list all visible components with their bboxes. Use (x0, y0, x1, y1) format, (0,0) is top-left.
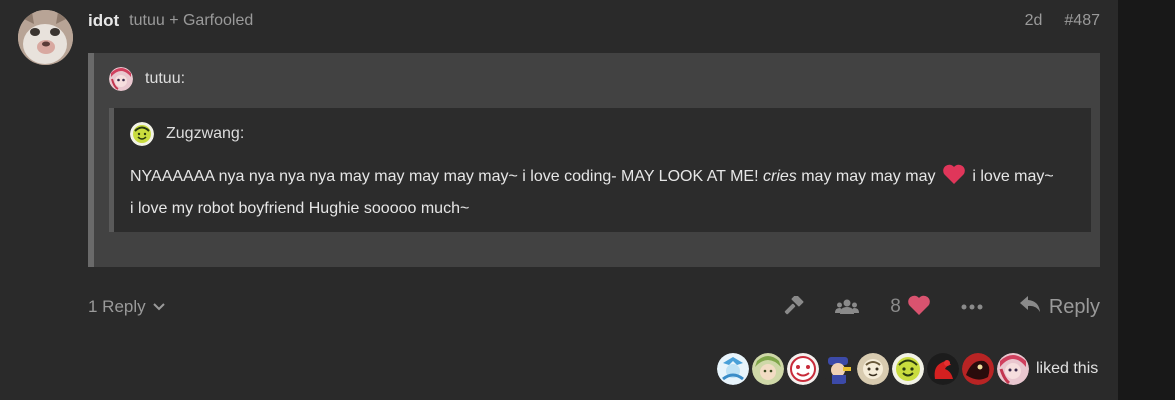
inner-quote: Zugzwang: NYAAAAAA nya nya nya nya may m… (109, 108, 1091, 232)
liked-this-text[interactable]: liked this (1036, 360, 1098, 378)
show-replies-button[interactable]: 1 Reply (88, 297, 166, 317)
users-icon[interactable] (834, 298, 860, 316)
liker-avatar-beige-icon[interactable] (857, 353, 889, 385)
replies-label: 1 Reply (88, 297, 146, 316)
gavel-icon[interactable] (782, 296, 806, 318)
like-count: 8 (890, 296, 901, 317)
heart-icon (907, 294, 931, 321)
quote-text-emphasis: cries (763, 168, 797, 185)
post-number[interactable]: #487 (1064, 12, 1100, 30)
red-heart-icon (942, 163, 966, 195)
inner-quote-header: Zugzwang: (130, 122, 244, 146)
chevron-down-icon (152, 297, 166, 317)
like-button[interactable]: 8 (890, 294, 931, 321)
action-buttons: 8 Reply (782, 294, 1100, 321)
post-container: idot tutuu + Garfooled 2d #487 tutuu: Zu… (0, 0, 1118, 400)
user-avatar[interactable] (18, 10, 73, 65)
liker-avatar-green-smiley-icon[interactable] (892, 353, 924, 385)
username[interactable]: idot (88, 11, 119, 31)
liker-avatar-red-creature-icon[interactable] (962, 353, 994, 385)
inner-quote-author[interactable]: Zugzwang: (166, 125, 244, 143)
liker-avatar-green-hair-icon[interactable] (752, 353, 784, 385)
liker-avatar-anime-girl-icon[interactable] (997, 353, 1029, 385)
green-smiley-avatar-icon[interactable] (130, 122, 154, 146)
post-date[interactable]: 2d (1025, 12, 1043, 30)
reply-arrow-icon (1019, 295, 1041, 319)
quote-text: NYAAAAAA nya nya nya nya may may may may… (130, 163, 1060, 223)
right-gutter (1118, 0, 1175, 400)
liker-avatar-blue-icon[interactable] (717, 353, 749, 385)
reply-to-users[interactable]: tutuu + Garfooled (129, 12, 253, 30)
reply-label: Reply (1048, 295, 1100, 318)
outer-quote-header: tutuu: (109, 67, 185, 91)
likers-row: liked this (717, 353, 1098, 385)
liker-avatar-white-face-icon[interactable] (787, 353, 819, 385)
post-header: idot tutuu + Garfooled 2d #487 (88, 10, 1100, 32)
outer-quote: tutuu: Zugzwang: NYAAAAAA nya nya nya ny… (88, 53, 1100, 267)
post-meta: 2d #487 (1025, 12, 1100, 30)
reply-button[interactable]: Reply (1019, 295, 1100, 319)
post-actions: 1 Reply 8 Reply (88, 290, 1100, 324)
liker-avatar-character-icon[interactable] (822, 353, 854, 385)
quote-text-part2: may may may may (796, 168, 940, 185)
quote-text-part1: NYAAAAAA nya nya nya nya may may may may… (130, 168, 763, 185)
more-options-icon[interactable] (961, 304, 983, 310)
outer-quote-author[interactable]: tutuu: (145, 70, 185, 88)
liker-avatar-red-figure-icon[interactable] (927, 353, 959, 385)
anime-girl-avatar-icon[interactable] (109, 67, 133, 91)
